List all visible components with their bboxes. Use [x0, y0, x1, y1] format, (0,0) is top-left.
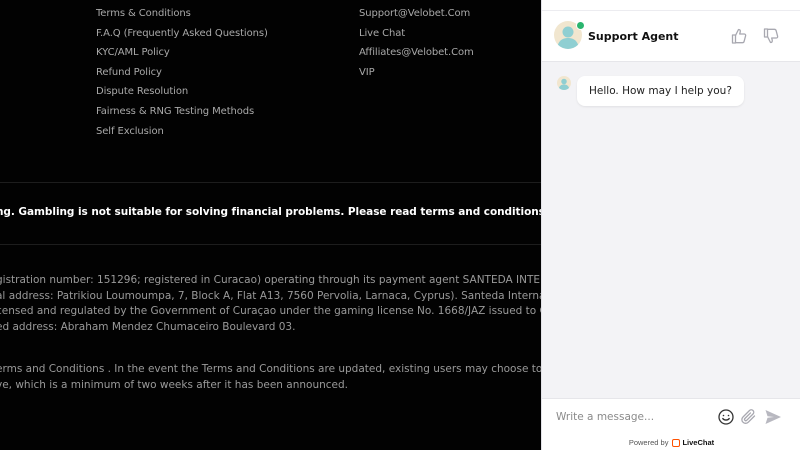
site-footer: Terms & Conditions F.A.Q (Frequently Ask…: [0, 0, 541, 450]
footer-link-dispute[interactable]: Dispute Resolution: [96, 82, 268, 102]
gambling-warning: ng. Gambling is not suitable for solving…: [0, 206, 541, 218]
legal-line: ed address: Abraham Mendez Chumaceiro Bo…: [0, 320, 296, 333]
legal-line: al address: Patrikiou Loumoumpa, 7, Bloc…: [0, 289, 541, 302]
message-composer: [542, 398, 800, 436]
footer-link-affiliates-email[interactable]: Affiliates@Velobet.Com: [359, 43, 474, 63]
footer-link-fairness[interactable]: Fairness & RNG Testing Methods: [96, 102, 268, 122]
legal-line: censed and regulated by the Government o…: [0, 305, 541, 318]
footer-link-vip[interactable]: VIP: [359, 63, 474, 83]
terms-line: erms and Conditions . In the event the T…: [0, 363, 541, 375]
message-agent-avatar: [557, 76, 571, 90]
chat-widget: Support Agent Hello. How may I help you?: [541, 0, 800, 450]
agent-name: Support Agent: [588, 30, 679, 43]
emoji-icon[interactable]: [717, 408, 735, 426]
online-status-dot: [576, 21, 585, 30]
chat-header: Support Agent: [542, 11, 800, 62]
footer-link-kyc-aml[interactable]: KYC/AML Policy: [96, 43, 268, 63]
message-input[interactable]: [556, 409, 706, 425]
powered-by-label: Powered by: [628, 438, 669, 447]
terms-line: ve, which is a minimum of two weeks afte…: [0, 378, 348, 391]
paperclip-icon[interactable]: [740, 408, 758, 426]
thumbs-down-icon[interactable]: [762, 27, 780, 45]
terms-text: erms and Conditions . In the event the T…: [0, 362, 541, 393]
footer-link-support-email[interactable]: Support@Velobet.Com: [359, 4, 474, 24]
footer-link-refund[interactable]: Refund Policy: [96, 63, 268, 83]
footer-link-live-chat[interactable]: Live Chat: [359, 24, 474, 44]
footer-left-links: Terms & Conditions F.A.Q (Frequently Ask…: [96, 4, 268, 141]
livechat-logo-icon: [672, 439, 681, 447]
legal-text: gistration number: 151296; registered in…: [0, 273, 541, 335]
thumbs-up-icon[interactable]: [730, 27, 748, 45]
powered-by-bar: Powered by LiveChat: [542, 435, 800, 450]
chat-top-strip: [542, 0, 800, 11]
footer-right-links: Support@Velobet.Com Live Chat Affiliates…: [359, 4, 474, 82]
footer-divider: [0, 182, 541, 183]
agent-message-bubble: Hello. How may I help you?: [577, 76, 744, 106]
legal-line: gistration number: 151296; registered in…: [0, 274, 541, 286]
footer-divider: [0, 244, 541, 245]
footer-link-faq[interactable]: F.A.Q (Frequently Asked Questions): [96, 24, 268, 44]
footer-link-terms[interactable]: Terms & Conditions: [96, 4, 268, 24]
footer-link-self-exclusion[interactable]: Self Exclusion: [96, 122, 268, 142]
livechat-brand[interactable]: LiveChat: [682, 438, 714, 447]
send-icon[interactable]: [764, 408, 782, 426]
